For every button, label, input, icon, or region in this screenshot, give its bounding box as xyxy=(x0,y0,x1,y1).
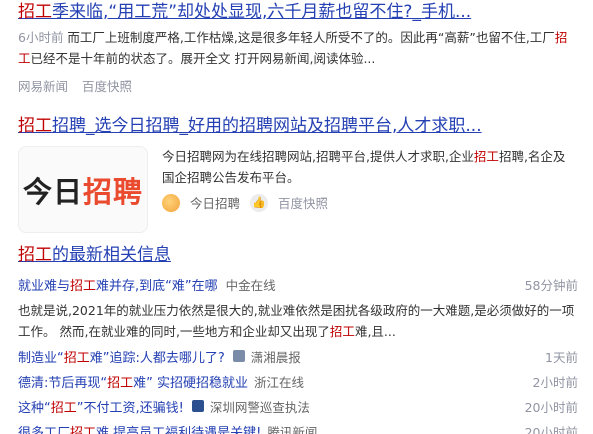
news-item-source: 潇湘晨报 xyxy=(250,349,301,365)
news-item-title[interactable]: 制造业“招工难”追踪:人都去哪儿了? xyxy=(18,347,225,366)
result-3-title-link[interactable]: 招工的最新相关信息 xyxy=(18,243,578,267)
news-item-title[interactable]: 就业难与招工难并存,到底“难”在哪 xyxy=(18,279,218,294)
news-item: 很多工厂招工难,提高员工福利待遇是关键! 腾讯新闻 20小时前 xyxy=(18,420,578,434)
news-item-source: 浙江在线 xyxy=(254,374,305,390)
result-1-title-link[interactable]: 招工季来临,“用工荒”却处处显现,六千月薪也留不住?_手机... xyxy=(18,0,578,24)
news-item-title[interactable]: 很多工厂招工难,提高员工福利待遇是关键! xyxy=(18,422,261,434)
news-item: 制造业“招工难”追踪:人都去哪儿了? 潇湘晨报 1天前 xyxy=(18,345,578,367)
news-item-source: 深圳网警巡查执法 xyxy=(209,399,310,415)
result-1-source[interactable]: 网易新闻 xyxy=(18,76,68,95)
news-item-time: 20小时前 xyxy=(524,399,578,415)
news-item-title[interactable]: 德清:节后再现“招工难” 实招硬招稳就业 xyxy=(18,372,248,391)
search-result-3-news: 招工的最新相关信息 就业难与招工难并存,到底“难”在哪 中金在线 58分钟前 也就… xyxy=(18,243,578,434)
search-result-2: 招工招聘_选今日招聘_好用的招聘网站及招聘平台,人才求职... 今日 招聘 今日招… xyxy=(18,114,578,233)
news-item-time: 58分钟前 xyxy=(524,278,578,293)
result-2-snapshot-link[interactable]: 百度快照 xyxy=(278,193,328,212)
jinri-zhaopin-logo[interactable]: 今日 招聘 xyxy=(18,146,148,233)
news-item-abstract: 也就是说,2021年的就业压力依然是很大的,就业难依然是困扰各级政府的一大难题,… xyxy=(18,303,575,339)
news-item-time: 2小时前 xyxy=(532,374,578,390)
news-item-source: 中金在线 xyxy=(225,278,276,293)
news-item-time: 20小时前 xyxy=(524,424,578,434)
news-item-featured: 就业难与招工难并存,到底“难”在哪 中金在线 58分钟前 也就是说,2021年的就… xyxy=(18,275,578,342)
result-1-abstract: 6小时前 而工厂上班制度严格,工作枯燥,这是很多年轻人所受不了的。因此再“高薪”… xyxy=(18,30,568,66)
thumbs-up-icon[interactable]: 👍 xyxy=(250,193,269,212)
result-2-meta: 今日招聘 👍 百度快照 xyxy=(162,193,577,212)
news-item: 这种“招工”不付工资,还骗钱! 深圳网警巡查执法 20小时前 xyxy=(18,395,578,417)
news-item-time: 1天前 xyxy=(545,349,578,365)
source-avatar-icon xyxy=(162,193,180,212)
news-source-icon xyxy=(191,400,204,412)
news-source-icon xyxy=(232,350,245,362)
news-item-title[interactable]: 这种“招工”不付工资,还骗钱! xyxy=(18,397,184,416)
result-2-abstract: 今日招聘网为在线招聘网站,招聘平台,提供人才求职,企业招工招聘,名企及国企招聘公… xyxy=(162,149,566,185)
news-item-source: 腾讯新闻 xyxy=(267,424,318,434)
result-2-source[interactable]: 今日招聘 xyxy=(190,193,240,212)
news-item: 德清:节后再现“招工难” 实招硬招稳就业 浙江在线 2小时前 xyxy=(18,370,578,392)
result-1-meta: 网易新闻 百度快照 xyxy=(18,76,578,95)
search-result-1: 招工季来临,“用工荒”却处处显现,六千月薪也留不住?_手机... 6小时前 而工… xyxy=(18,0,578,95)
result-1-snapshot-link[interactable]: 百度快照 xyxy=(82,76,132,95)
result-2-title-link[interactable]: 招工招聘_选今日招聘_好用的招聘网站及招聘平台,人才求职... xyxy=(18,114,578,138)
